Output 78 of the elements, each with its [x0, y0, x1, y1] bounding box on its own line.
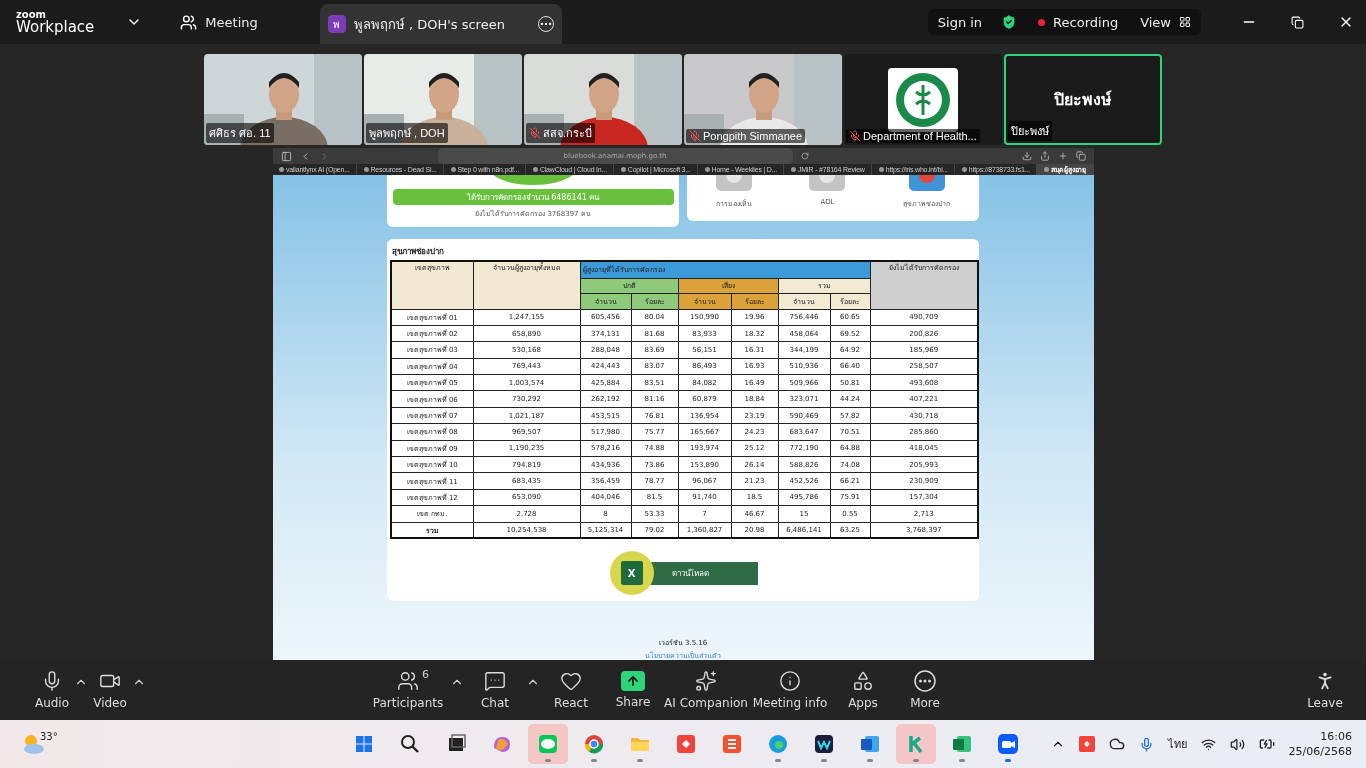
participant-name: ปิยะพงษ์ [1011, 124, 1049, 139]
leave-button[interactable]: Leave [1300, 670, 1350, 710]
toolbar-button[interactable]: Meeting info [748, 670, 832, 710]
participant-name: Department of Health... [863, 130, 977, 142]
restore-icon[interactable] [1291, 15, 1304, 29]
date-text: 25/06/2568 [1288, 744, 1352, 760]
remote-desktop-icon[interactable] [1078, 736, 1095, 752]
sparkle-icon [695, 670, 717, 692]
toolbar-button[interactable]: Video [88, 670, 132, 710]
category-icon[interactable] [908, 175, 945, 191]
participant-tile[interactable]: สสจ.กระบี่ [524, 54, 682, 145]
wifi-icon[interactable] [1200, 736, 1216, 752]
temperature: 33° [40, 731, 58, 742]
battery-icon[interactable] [1258, 736, 1275, 752]
participant-tile[interactable]: Pongpith Simmanee [684, 54, 842, 145]
brand-name: Workplace [16, 19, 95, 35]
favicon [790, 167, 796, 172]
avatar: พ [327, 15, 346, 33]
microphone-icon[interactable] [1138, 736, 1154, 752]
screened-banner: ได้รับการคัดกรองจำนวน 6486141 คน [392, 189, 674, 205]
participant-name: ศศิธร ศอ. 11 [209, 126, 271, 141]
tab-title: พูลพฤกษ์ , DOH's screen [353, 15, 505, 35]
sidebar-icon[interactable] [280, 150, 292, 162]
participant-tile[interactable]: พูลพฤกษ์ , DOH [364, 54, 522, 145]
share-icon [621, 671, 645, 691]
toolbar-button[interactable]: 6 Participants [366, 670, 450, 710]
toolbar-button[interactable]: AI Companion [664, 670, 748, 710]
more-icon [914, 670, 936, 692]
toolbar-button[interactable]: React [540, 670, 602, 710]
screen-share-tab[interactable]: พ พูลพฤกษ์ , DOH's screen [319, 4, 562, 44]
participant-tile[interactable]: ศศิธร ศอ. 11 [204, 54, 362, 145]
participant-name: สสจ.กระบี่ [543, 124, 593, 141]
video-app-icon [995, 732, 1020, 756]
toolbar-button[interactable]: Apps [832, 670, 894, 710]
brand-name: zoom [16, 9, 47, 20]
language-indicator[interactable]: ไทย [1167, 735, 1187, 753]
cloud-icon[interactable] [1108, 736, 1125, 752]
participant-tile[interactable]: ปิยะพงษ์ ปิยะพงษ์ [1004, 54, 1162, 145]
excel-icon: X [620, 561, 643, 586]
display-name: ปิยะพงษ์ [1054, 89, 1112, 111]
info-icon [779, 670, 801, 692]
clock[interactable]: 16:06 25/06/2568 [1288, 728, 1352, 760]
volume-icon[interactable] [1229, 736, 1245, 752]
view-button[interactable]: View [1140, 14, 1171, 30]
table-title: สุขภาพช่องปาก [392, 246, 445, 258]
logo-drawing [888, 67, 958, 132]
sign-in-link[interactable]: Sign in [937, 14, 983, 30]
toolbar-button[interactable]: Share [602, 671, 664, 709]
reload-icon[interactable] [800, 152, 809, 160]
toolbar-button[interactable]: Chat [464, 670, 526, 710]
recording-label: Recording [1053, 14, 1119, 30]
participant-tile[interactable]: Department of Health... [844, 54, 1002, 145]
favicon [961, 167, 967, 172]
audio-button[interactable]: Audio [30, 670, 74, 710]
new-tab-icon[interactable] [1057, 151, 1068, 161]
apps-icon [852, 670, 874, 692]
favicon [1043, 167, 1049, 172]
download-icon[interactable] [1021, 151, 1032, 161]
participant-name: พูลพฤกษ์ , DOH [369, 126, 445, 142]
favicon [279, 167, 284, 172]
favicon [363, 167, 369, 172]
favicon [620, 167, 626, 172]
time-text: 16:06 [1320, 728, 1352, 744]
favicon [450, 167, 456, 172]
favicon [878, 167, 884, 172]
toolbar-button[interactable]: More [894, 670, 956, 710]
participant-name: Pongpith Simmanee [703, 130, 803, 142]
favicon [532, 167, 538, 172]
chat-bubble-icon [484, 670, 506, 692]
heart-icon [560, 670, 582, 692]
participant-count: 6 [422, 668, 429, 681]
grid-icon [1179, 16, 1191, 28]
meeting-label[interactable]: Meeting [205, 14, 258, 30]
favicon [704, 167, 710, 172]
tabs-icon[interactable] [1075, 151, 1086, 161]
shield-check-icon [1000, 13, 1019, 31]
people-icon [397, 670, 419, 692]
share-icon[interactable] [1039, 151, 1050, 161]
